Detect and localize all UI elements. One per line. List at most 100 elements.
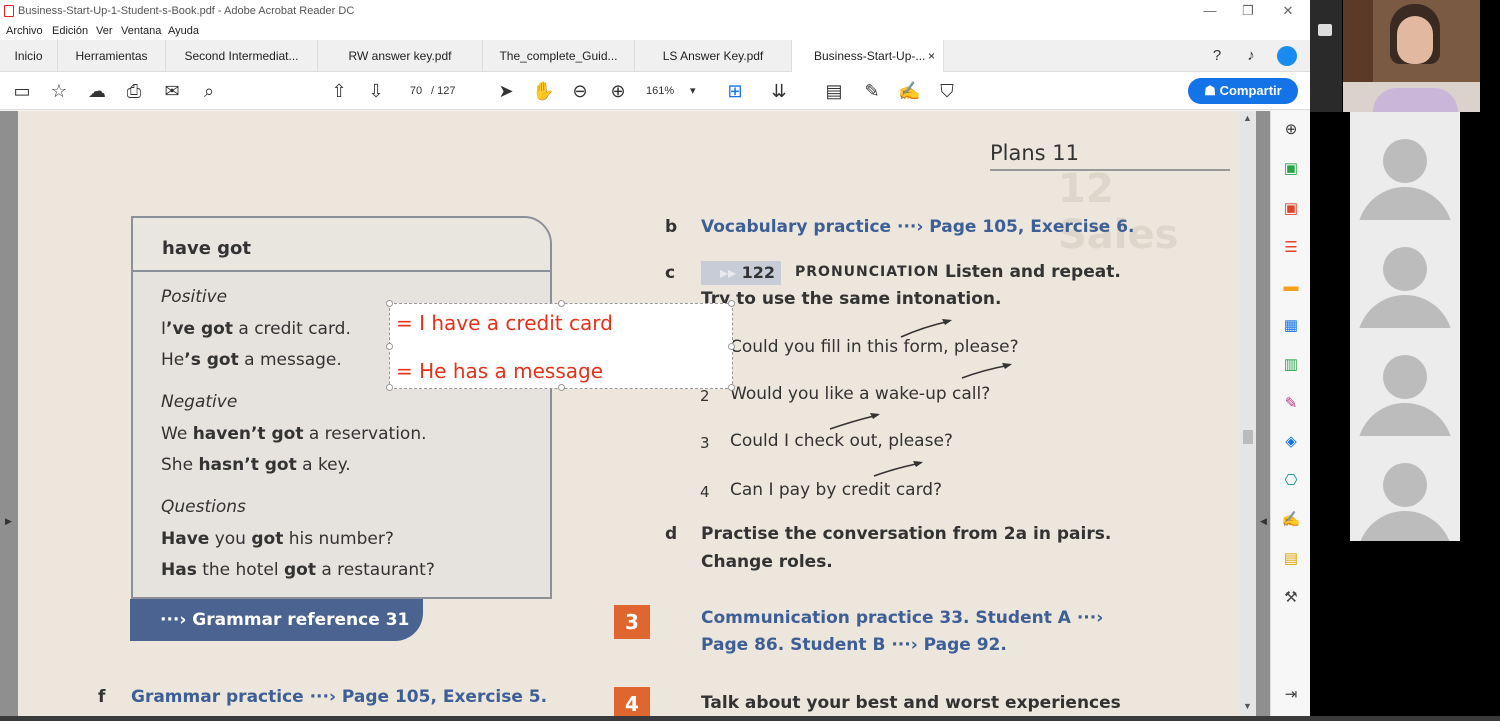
menu-ayuda[interactable]: Ayuda — [168, 25, 199, 37]
sign-icon[interactable]: ✍ — [898, 80, 920, 102]
scan-icon[interactable]: ⎔ — [1281, 471, 1301, 491]
zoom-out-icon[interactable]: ⊖ — [569, 80, 591, 102]
participant-tile[interactable] — [1350, 328, 1460, 436]
annotation-line-2[interactable]: = He has a message — [396, 359, 603, 383]
menu-ver[interactable]: Ver — [96, 25, 113, 37]
next-page-icon[interactable]: ⇩ — [365, 80, 387, 102]
section-3-text-1: Communication practice 33. Student A ···… — [701, 608, 1104, 628]
previous-page-icon[interactable]: ⇧ — [328, 80, 350, 102]
menu-bar: Archivo Edición Ver Ventana Ayuda — [0, 22, 1310, 40]
comment-icon[interactable]: ▤ — [823, 80, 845, 102]
left-pane-toggle-icon[interactable]: ▶ — [5, 516, 12, 527]
comment-icon[interactable]: ▬ — [1281, 277, 1301, 297]
menu-archivo[interactable]: Archivo — [6, 25, 43, 37]
close-window-button[interactable]: ✕ — [1278, 3, 1298, 19]
fill-sign-icon[interactable]: ⛉ — [936, 80, 958, 102]
stamp-icon[interactable]: ▤ — [1281, 549, 1301, 569]
taskbar-strip — [0, 716, 1500, 721]
page-number-input[interactable]: 70 — [403, 81, 429, 101]
resize-handle[interactable] — [558, 300, 565, 307]
text-annotation-box[interactable]: = I have a credit card = He has a messag… — [386, 300, 735, 391]
maximize-button[interactable]: ❐ — [1238, 3, 1258, 19]
upload-cloud-icon[interactable]: ☁ — [86, 80, 108, 102]
resize-handle[interactable] — [558, 384, 565, 391]
menu-ventana[interactable]: Ventana — [121, 25, 161, 37]
tab-bar: Inicio Herramientas Second Intermediat..… — [0, 40, 1310, 72]
minimize-button[interactable]: — — [1200, 3, 1220, 18]
more-tools-icon[interactable]: ⚒ — [1281, 588, 1301, 608]
zoom-level-select[interactable]: 161% ▾ — [646, 81, 702, 101]
print-icon[interactable]: ⎙ — [123, 80, 145, 102]
close-tab-icon[interactable]: × — [928, 40, 935, 72]
email-icon[interactable]: ✉ — [161, 80, 183, 102]
section-4-badge: 4 — [614, 687, 650, 716]
search-icon[interactable]: ⌕ — [198, 80, 220, 102]
tab-ls-answer-key[interactable]: LS Answer Key.pdf — [635, 40, 792, 72]
title-bar: Business-Start-Up-1-Student-s-Book.pdf -… — [0, 0, 1310, 22]
share-user-icon: ☗ — [1204, 83, 1220, 98]
resize-handle[interactable] — [728, 343, 735, 350]
avatar-placeholder-icon — [1383, 247, 1427, 291]
pdf-app-icon — [4, 5, 14, 17]
scroll-up-icon[interactable]: ▲ — [1243, 113, 1252, 123]
video-call-toolbar — [1310, 0, 1342, 112]
avatar-placeholder-icon — [1383, 139, 1427, 183]
vertical-scrollbar[interactable]: ▲ ▼ — [1240, 111, 1256, 716]
tab-complete-guide[interactable]: The_complete_Guid... — [483, 40, 635, 72]
fill-sign-icon[interactable]: ✎ — [1281, 394, 1301, 414]
tab-business-start-up[interactable]: Business-Start-Up-... × — [792, 40, 944, 72]
exercise-d-text-2: Change roles. — [701, 552, 833, 572]
bookmark-star-icon[interactable]: ☆ — [48, 80, 70, 102]
select-cursor-icon[interactable]: ➤ — [495, 80, 517, 102]
annotation-line-1[interactable]: = I have a credit card — [396, 311, 613, 335]
intonation-arrow-2 — [961, 364, 1011, 379]
zoom-in-icon[interactable]: ⊕ — [607, 80, 629, 102]
pdf-page: 12 Sales Plans 11 have got Positive I’ve… — [18, 111, 1240, 716]
zoom-icon[interactable]: ⊕ — [1281, 120, 1301, 140]
tab-rw-answer-key[interactable]: RW answer key.pdf — [318, 40, 483, 72]
collapse-pane-icon[interactable]: ⇥ — [1281, 685, 1301, 705]
page-fit-icon[interactable]: ⊞ — [724, 80, 746, 102]
menu-edicion[interactable]: Edición — [52, 25, 88, 37]
resize-handle[interactable] — [386, 384, 393, 391]
scroll-down-icon[interactable]: ▼ — [1243, 701, 1252, 711]
hand-tool-icon[interactable]: ✋ — [532, 80, 554, 102]
participant-tile[interactable] — [1350, 220, 1460, 328]
tab-tools[interactable]: Herramientas — [58, 40, 166, 72]
page-total: / 127 — [431, 85, 456, 97]
main-toolbar: ▭ ☆ ☁ ⎙ ✉ ⌕ ⇧ ⇩ 70 / 127 ➤ ✋ ⊖ ⊕ 161% ▾ … — [0, 72, 1310, 110]
create-pdf-icon[interactable]: ▣ — [1281, 159, 1301, 179]
organize-pages-icon[interactable]: ☰ — [1281, 238, 1301, 258]
tab-second-intermediate[interactable]: Second Intermediat... — [166, 40, 318, 72]
tab-label: Business-Start-Up-... — [814, 49, 926, 63]
resize-handle[interactable] — [386, 300, 393, 307]
document-viewport[interactable]: 12 Sales Plans 11 have got Positive I’ve… — [0, 111, 1270, 716]
send-for-signature-icon[interactable]: ✍ — [1281, 510, 1301, 530]
save-icon[interactable]: ▭ — [11, 80, 33, 102]
export-pdf-icon[interactable]: ▣ — [1281, 199, 1301, 219]
intonation-arrow-4 — [873, 462, 922, 477]
zoom-value: 161% — [646, 85, 675, 97]
share-button[interactable]: ☗ Compartir — [1188, 78, 1298, 104]
help-icon[interactable]: ? — [1207, 46, 1227, 66]
video-menu-icon[interactable] — [1318, 24, 1332, 36]
combine-icon[interactable]: ▦ — [1281, 316, 1301, 336]
edit-pdf-icon[interactable]: ▥ — [1281, 355, 1301, 375]
account-avatar[interactable] — [1277, 46, 1297, 66]
right-pane-toggle-icon[interactable]: ◀ — [1260, 516, 1267, 527]
participant-tile[interactable] — [1350, 436, 1460, 541]
scroll-mode-icon[interactable]: ⇊ — [768, 80, 790, 102]
notifications-bell-icon[interactable]: ♪ — [1241, 46, 1261, 66]
participant-tile[interactable] — [1350, 112, 1460, 220]
window-title: Business-Start-Up-1-Student-s-Book.pdf -… — [18, 5, 355, 17]
highlight-pen-icon[interactable]: ✎ — [861, 80, 883, 102]
tab-home[interactable]: Inicio — [0, 40, 58, 72]
resize-handle[interactable] — [728, 384, 735, 391]
exercise-d-text-1: Practise the conversation from 2a in pai… — [701, 524, 1112, 544]
protect-icon[interactable]: ◈ — [1281, 432, 1301, 452]
intonation-arrow-1 — [900, 320, 951, 338]
intonation-arrow-3 — [829, 414, 879, 430]
resize-handle[interactable] — [728, 300, 735, 307]
scrollbar-thumb[interactable] — [1243, 430, 1253, 444]
resize-handle[interactable] — [386, 343, 393, 350]
